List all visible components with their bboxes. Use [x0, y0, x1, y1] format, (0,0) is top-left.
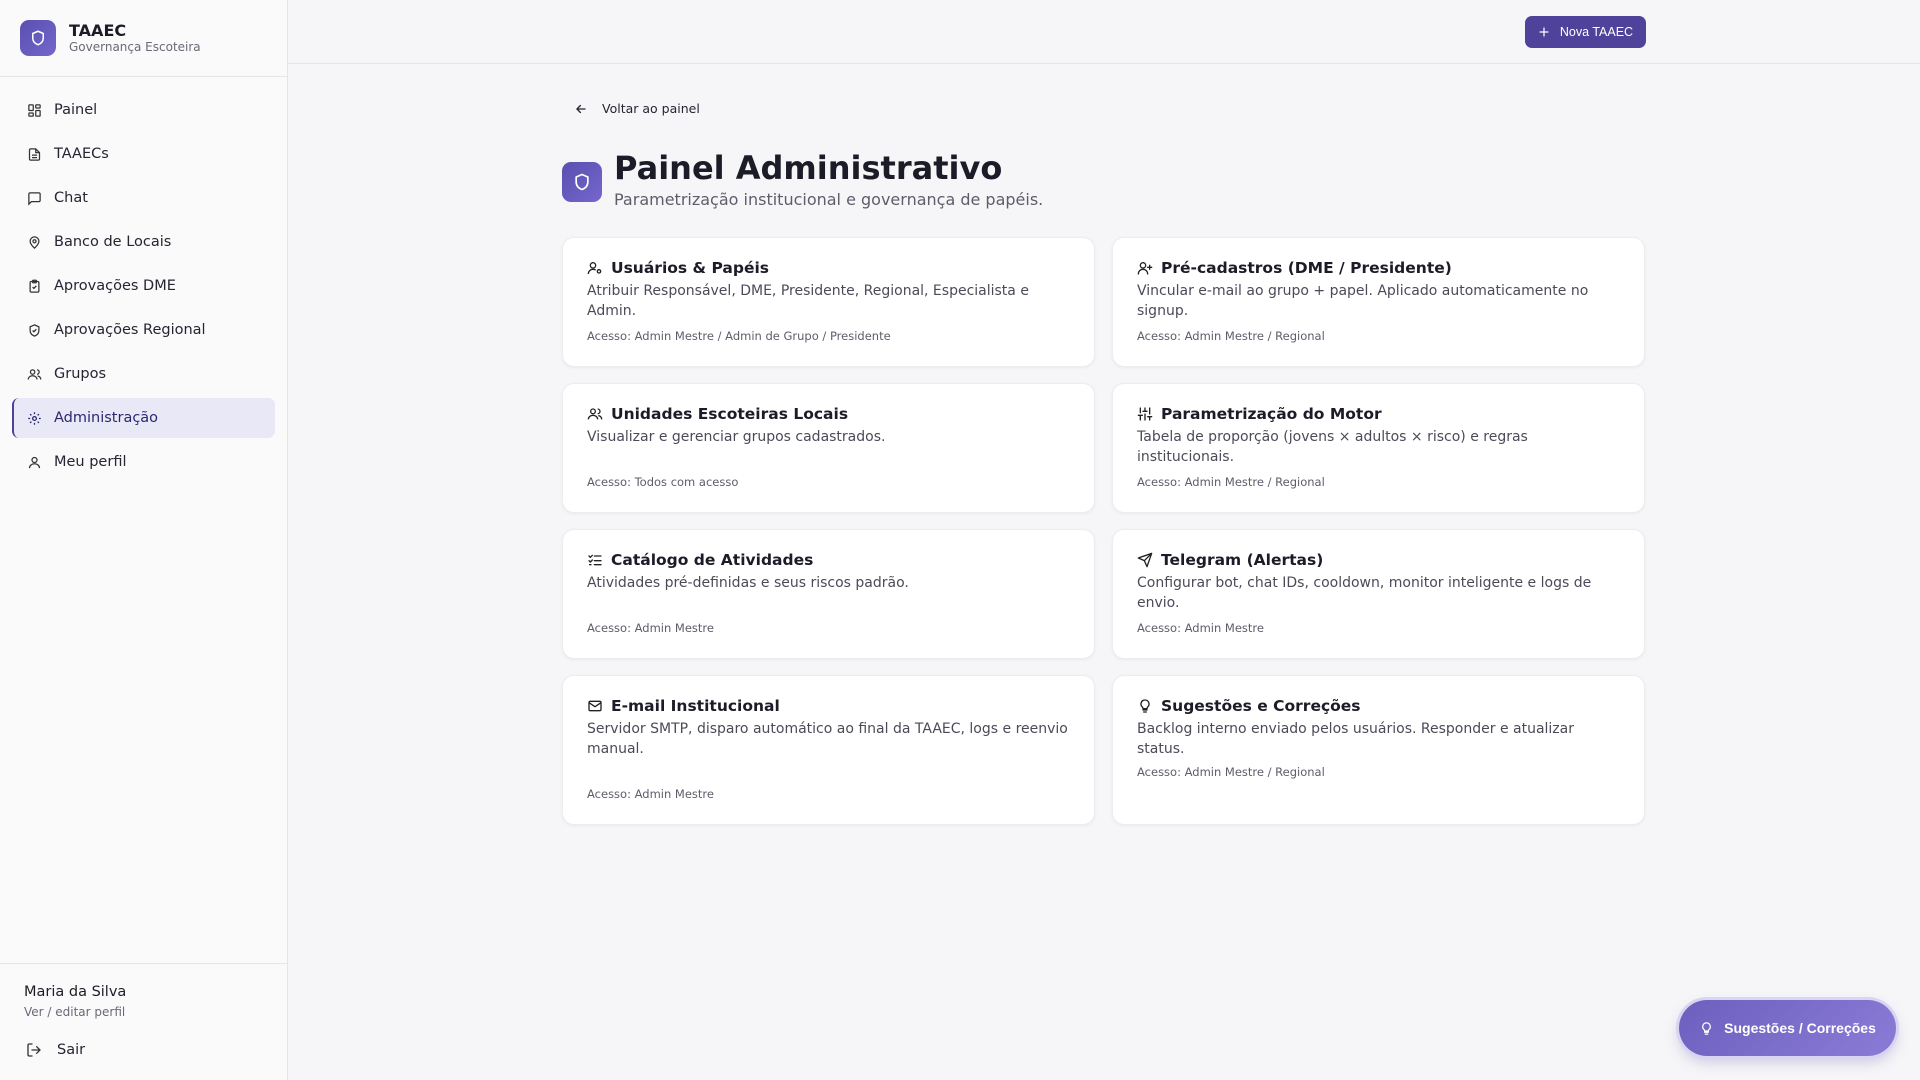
- sidebar-nav: Painel TAAECs Chat Banco de Locais Aprov…: [0, 77, 287, 482]
- sidebar-item-painel[interactable]: Painel: [12, 90, 275, 130]
- sliders-icon: [1137, 406, 1153, 422]
- card-description: Vincular e-mail ao grupo + papel. Aplica…: [1137, 283, 1589, 319]
- sidebar-item-label: Painel: [54, 102, 98, 118]
- card-description: Visualizar e gerenciar grupos cadastrado…: [587, 429, 886, 445]
- send-icon: [1137, 552, 1153, 568]
- lightbulb-icon: [1699, 1021, 1714, 1036]
- sidebar-item-label: Aprovações Regional: [54, 322, 206, 338]
- map-pin-icon: [26, 234, 42, 250]
- shield-check-icon: [26, 322, 42, 338]
- topbar: Nova TAAEC: [288, 0, 1920, 64]
- page-title: Painel Administrativo: [614, 149, 1003, 187]
- users-icon: [26, 366, 42, 382]
- sidebar-item-taaecs[interactable]: TAAECs: [12, 134, 275, 174]
- card-sugestoes-correcoes[interactable]: Sugestões e Correções Backlog interno en…: [1112, 675, 1645, 825]
- card-title: Telegram (Alertas): [1161, 551, 1324, 569]
- card-catalogo-atividades[interactable]: Catálogo de Atividades Atividades pré-de…: [562, 529, 1095, 659]
- card-description: Servidor SMTP, disparo automático ao fin…: [587, 721, 1068, 757]
- card-description: Backlog interno enviado pelos usuários. …: [1137, 721, 1574, 757]
- logout-button[interactable]: Sair: [26, 1042, 85, 1058]
- card-access: Acesso: Admin Mestre / Regional: [1137, 475, 1325, 489]
- user-plus-icon: [1137, 260, 1153, 276]
- users-icon: [587, 406, 603, 422]
- new-taaec-label: Nova TAAEC: [1559, 25, 1634, 39]
- gear-icon: [26, 410, 42, 426]
- brand[interactable]: TAAEC Governança Escoteira: [0, 0, 287, 77]
- sidebar-item-administracao[interactable]: Administração: [12, 398, 275, 438]
- sidebar-item-label: Aprovações DME: [54, 278, 176, 294]
- user-name[interactable]: Maria da Silva: [24, 984, 126, 1000]
- sidebar-item-banco-de-locais[interactable]: Banco de Locais: [12, 222, 275, 262]
- card-telegram-alertas[interactable]: Telegram (Alertas) Configurar bot, chat …: [1112, 529, 1645, 659]
- shield-icon: [562, 162, 602, 202]
- brand-subtitle: Governança Escoteira: [69, 40, 201, 54]
- mail-icon: [587, 698, 603, 714]
- card-access: Acesso: Admin Mestre: [587, 787, 714, 801]
- sidebar-footer: Maria da Silva Ver / editar perfil Sair: [0, 963, 288, 1080]
- card-title: Usuários & Papéis: [611, 259, 769, 277]
- page-subtitle: Parametrização institucional e governanç…: [614, 190, 1044, 209]
- sidebar-item-meu-perfil[interactable]: Meu perfil: [12, 442, 275, 482]
- card-unidades-escoteiras[interactable]: Unidades Escoteiras Locais Visualizar e …: [562, 383, 1095, 513]
- new-taaec-button[interactable]: Nova TAAEC: [1525, 16, 1646, 48]
- card-description: Tabela de proporção (jovens × adultos × …: [1137, 429, 1528, 465]
- sidebar-item-chat[interactable]: Chat: [12, 178, 275, 218]
- card-access: Acesso: Todos com acesso: [587, 475, 739, 489]
- dashboard-icon: [26, 102, 42, 118]
- chat-icon: [26, 190, 42, 206]
- card-access: Acesso: Admin Mestre: [1137, 621, 1264, 635]
- card-pre-cadastros[interactable]: Pré-cadastros (DME / Presidente) Vincula…: [1112, 237, 1645, 367]
- card-title: Parametrização do Motor: [1161, 405, 1382, 423]
- card-parametrizacao-motor[interactable]: Parametrização do Motor Tabela de propor…: [1112, 383, 1645, 513]
- card-access: Acesso: Admin Mestre / Admin de Grupo / …: [587, 329, 891, 343]
- card-title: Unidades Escoteiras Locais: [611, 405, 849, 423]
- card-access: Acesso: Admin Mestre / Regional: [1137, 765, 1325, 779]
- logout-icon: [26, 1042, 42, 1058]
- card-description: Configurar bot, chat IDs, cooldown, moni…: [1137, 575, 1592, 611]
- back-to-dashboard-link[interactable]: Voltar ao painel: [574, 101, 700, 116]
- sidebar-item-label: Banco de Locais: [54, 234, 172, 250]
- card-description: Atribuir Responsável, DME, Presidente, R…: [587, 283, 1029, 319]
- admin-cards-grid: Usuários & Papéis Atribuir Responsável, …: [562, 237, 1646, 841]
- sidebar-item-grupos[interactable]: Grupos: [12, 354, 275, 394]
- suggestions-fab-button[interactable]: Sugestões / Correções: [1679, 1000, 1896, 1056]
- checklist-icon: [587, 552, 603, 568]
- sidebar-item-label: Administração: [54, 410, 159, 426]
- card-title: Sugestões e Correções: [1161, 697, 1361, 715]
- logout-label: Sair: [57, 1042, 86, 1058]
- suggestions-fab-label: Sugestões / Correções: [1724, 1020, 1876, 1036]
- card-email-institucional[interactable]: E-mail Institucional Servidor SMTP, disp…: [562, 675, 1095, 825]
- card-usuarios-papeis[interactable]: Usuários & Papéis Atribuir Responsável, …: [562, 237, 1095, 367]
- shield-icon: [20, 20, 56, 56]
- card-access: Acesso: Admin Mestre / Regional: [1137, 329, 1325, 343]
- card-access: Acesso: Admin Mestre: [587, 621, 714, 635]
- card-title: E-mail Institucional: [611, 697, 780, 715]
- sidebar-item-label: TAAECs: [54, 146, 109, 162]
- user-icon: [26, 454, 42, 470]
- user-gear-icon: [587, 260, 603, 276]
- card-title: Catálogo de Atividades: [611, 551, 814, 569]
- clipboard-check-icon: [26, 278, 42, 294]
- sidebar-item-aprovacoes-dme[interactable]: Aprovações DME: [12, 266, 275, 306]
- arrow-left-icon: [574, 102, 588, 116]
- card-title: Pré-cadastros (DME / Presidente): [1161, 259, 1452, 277]
- card-description: Atividades pré-definidas e seus riscos p…: [587, 575, 909, 591]
- sidebar-item-aprovacoes-regional[interactable]: Aprovações Regional: [12, 310, 275, 350]
- brand-title: TAAEC: [69, 21, 127, 40]
- sidebar: TAAEC Governança Escoteira Painel TAAECs…: [0, 0, 288, 1080]
- sidebar-item-label: Meu perfil: [54, 454, 127, 470]
- plus-icon: [1538, 26, 1550, 38]
- edit-profile-link[interactable]: Ver / editar perfil: [24, 1005, 125, 1019]
- document-icon: [26, 146, 42, 162]
- sidebar-item-label: Chat: [54, 190, 88, 206]
- sidebar-item-label: Grupos: [54, 366, 107, 382]
- back-label: Voltar ao painel: [602, 101, 700, 116]
- lightbulb-icon: [1137, 698, 1153, 714]
